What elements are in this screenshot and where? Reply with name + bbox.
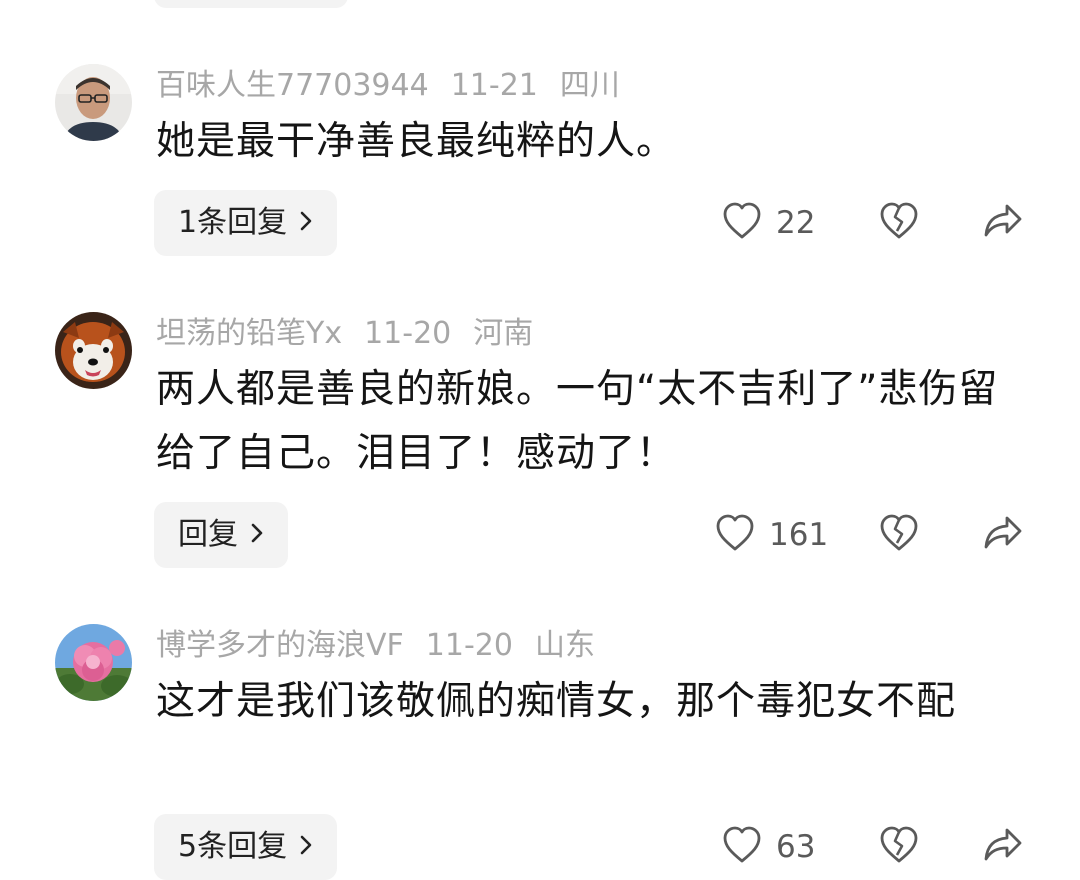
- share-button[interactable]: [983, 826, 1023, 868]
- like-button[interactable]: 63: [722, 826, 815, 868]
- comment-text: 两人都是善良的新娘。一句“太不吉利了”悲伤留给了自己。泪目了！感动了！: [156, 367, 999, 476]
- like-count: 161: [769, 517, 829, 553]
- chevron-right-icon: [299, 814, 313, 880]
- comment-date: 11-20: [425, 628, 513, 663]
- heart-outline-icon: [722, 826, 762, 868]
- reply-label: 1条回复: [178, 205, 288, 240]
- dislike-button[interactable]: [879, 514, 919, 556]
- comment-meta: 百味人生77703944 11-21 四川: [156, 66, 642, 106]
- chevron-right-icon: [299, 190, 313, 256]
- comment-date: 11-20: [364, 316, 452, 351]
- broken-heart-icon: [879, 202, 919, 244]
- like-button[interactable]: 161: [715, 514, 828, 556]
- broken-heart-icon: [879, 826, 919, 868]
- username[interactable]: 博学多才的海浪VF: [156, 628, 404, 663]
- share-arrow-icon: [983, 514, 1023, 556]
- reply-label: 回复: [178, 517, 238, 552]
- reply-label: 5条回复: [178, 829, 288, 864]
- heart-outline-icon: [715, 514, 755, 556]
- share-arrow-icon: [983, 202, 1023, 244]
- like-button[interactable]: 22: [722, 202, 815, 244]
- comment-location: 河南: [473, 316, 534, 351]
- share-button[interactable]: [983, 514, 1023, 556]
- dislike-button[interactable]: [879, 202, 919, 244]
- chevron-right-icon: [250, 502, 264, 568]
- previous-reply-button[interactable]: [154, 0, 348, 8]
- comment-text: 她是最干净善良最纯粹的人。: [156, 119, 677, 164]
- like-count: 63: [776, 829, 816, 865]
- share-button[interactable]: [983, 202, 1023, 244]
- heart-outline-icon: [722, 202, 762, 244]
- avatar[interactable]: [55, 312, 132, 389]
- view-replies-button[interactable]: 5条回复: [154, 814, 338, 880]
- like-count: 22: [776, 205, 816, 241]
- view-replies-button[interactable]: 1条回复: [154, 190, 338, 256]
- username[interactable]: 坦荡的铅笔Yx: [156, 316, 342, 351]
- avatar[interactable]: [55, 624, 132, 701]
- username[interactable]: 百味人生77703944: [156, 68, 429, 103]
- reply-button[interactable]: 回复: [154, 502, 288, 568]
- comment-meta: 博学多才的海浪VF 11-20 山东: [156, 626, 617, 666]
- broken-heart-icon: [879, 514, 919, 556]
- comment-date: 11-21: [450, 68, 538, 103]
- comment-location: 四川: [559, 68, 620, 103]
- comment-location: 山东: [534, 628, 595, 663]
- comment-meta: 坦荡的铅笔Yx 11-20 河南: [156, 314, 555, 354]
- share-arrow-icon: [983, 826, 1023, 868]
- dislike-button[interactable]: [879, 826, 919, 868]
- avatar[interactable]: [55, 64, 132, 141]
- comment-text: 这才是我们该敬佩的痴情女，那个毒犯女不配: [156, 679, 957, 724]
